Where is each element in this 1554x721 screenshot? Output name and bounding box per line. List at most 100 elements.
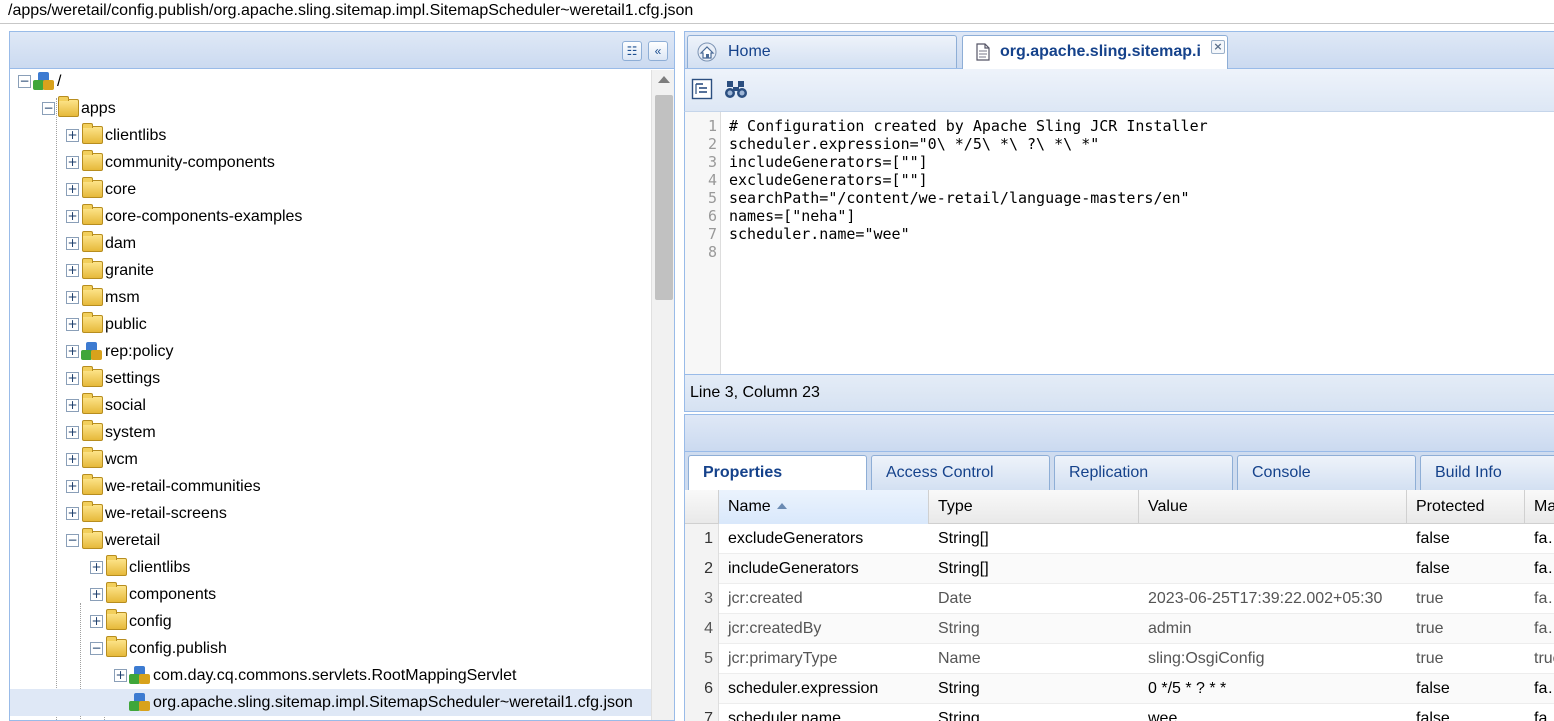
cell-protected[interactable]: true [1407,614,1525,644]
column-header-name[interactable]: Name [719,490,929,524]
cell-value[interactable] [1139,554,1407,584]
expand-icon[interactable]: + [66,183,79,196]
tree-node-rootmappingservlet[interactable]: + com.day.cq.commons.servlets.RootMapping… [10,662,651,689]
tree-node-public[interactable]: + public [10,311,651,338]
tree-node-rep-policy[interactable]: + rep:policy [10,338,651,365]
column-header-ma[interactable]: Ma [1525,490,1554,524]
tree-node-system[interactable]: + system [10,419,651,446]
cell-ma[interactable]: false [1525,614,1554,644]
cell-type[interactable]: String [929,674,1139,704]
cell-ma[interactable]: false [1525,554,1554,584]
cell-value[interactable]: sling:OsgiConfig [1139,644,1407,674]
expand-icon[interactable]: + [114,669,127,682]
expand-icon[interactable]: + [66,318,79,331]
cell-name[interactable]: excludeGenerators [719,524,929,554]
expand-icon[interactable]: + [90,615,103,628]
collapse-icon[interactable]: − [90,642,103,655]
cell-name[interactable]: jcr:primaryType [719,644,929,674]
tree-node-core-components-examples[interactable]: + core-components-examples [10,203,651,230]
tree-node-msm[interactable]: + msm [10,284,651,311]
cell-ma[interactable]: false [1525,674,1554,704]
cell-ma[interactable]: true [1525,644,1554,674]
cell-value[interactable]: wee [1139,704,1407,721]
cell-name[interactable]: jcr:created [719,584,929,614]
cell-value[interactable]: admin [1139,614,1407,644]
cell-protected[interactable]: false [1407,524,1525,554]
tree-node-social[interactable]: + social [10,392,651,419]
code-line[interactable]: names=["neha"] [729,207,855,225]
cell-type[interactable]: Name [929,644,1139,674]
cell-protected[interactable]: true [1407,584,1525,614]
tab-properties[interactable]: Properties [688,455,867,490]
code-line[interactable]: searchPath="/content/we-retail/language-… [729,189,1190,207]
expand-icon[interactable]: + [66,426,79,439]
tree-node-core[interactable]: + core [10,176,651,203]
cell-value[interactable]: 2023-06-25T17:39:22.002+05:30 [1139,584,1407,614]
tree-node-weretail-config-publish[interactable]: − config.publish [10,635,651,662]
tree-node-apps[interactable]: − apps [10,95,651,122]
cell-name[interactable]: jcr:createdBy [719,614,929,644]
tab-config-file[interactable]: org.apache.sling.sitemap.impl.SitemapSch… [962,35,1228,69]
expand-icon[interactable]: + [66,156,79,169]
cell-type[interactable]: String[] [929,524,1139,554]
expand-icon[interactable]: + [66,480,79,493]
binoculars-icon[interactable]: ☷ [622,41,642,61]
table-row[interactable]: 7scheduler.nameStringweefalsefalse [685,704,1554,721]
cell-name[interactable]: includeGenerators [719,554,929,584]
expand-icon[interactable]: + [90,561,103,574]
cell-type[interactable]: String [929,614,1139,644]
table-row[interactable]: 2includeGeneratorsString[] falsefalse [685,554,1554,584]
column-header-value[interactable]: Value [1139,490,1407,524]
expand-icon[interactable]: + [66,507,79,520]
tree-node-weretail-components[interactable]: + components [10,581,651,608]
tab-console[interactable]: Console [1237,455,1416,490]
code-line[interactable]: # Configuration created by Apache Sling … [729,117,1208,135]
expand-icon[interactable]: + [90,588,103,601]
tree-node-root[interactable]: − / [10,70,651,95]
tree-scrollbar[interactable] [651,70,674,720]
cell-ma[interactable]: false [1525,704,1554,721]
table-row[interactable]: 1excludeGeneratorsString[] falsefalse [685,524,1554,554]
cell-value[interactable]: 0 */5 * ? * * [1139,674,1407,704]
expand-icon[interactable]: + [66,129,79,142]
cell-protected[interactable]: false [1407,704,1525,721]
cell-type[interactable]: Date [929,584,1139,614]
code-line[interactable]: scheduler.name="wee" [729,225,910,243]
expand-icon[interactable]: + [66,345,79,358]
tab-access-control[interactable]: Access Control [871,455,1050,490]
cell-value[interactable] [1139,524,1407,554]
cell-name[interactable]: scheduler.expression [719,674,929,704]
expand-icon[interactable]: + [66,210,79,223]
code-editor[interactable]: 12345678 # Configuration created by Apac… [684,112,1554,374]
expand-icon[interactable]: + [66,399,79,412]
tree-node-clientlibs[interactable]: + clientlibs [10,122,651,149]
tree-node-we-retail-communities[interactable]: + we-retail-communities [10,473,651,500]
column-header-type[interactable]: Type [929,490,1139,524]
expand-icon[interactable]: + [66,264,79,277]
cell-protected[interactable]: false [1407,674,1525,704]
collapse-icon[interactable]: − [18,75,31,88]
cell-ma[interactable]: false [1525,524,1554,554]
cell-protected[interactable]: false [1407,554,1525,584]
collapse-panel-icon[interactable]: « [648,41,668,61]
tree-node-dam[interactable]: + dam [10,230,651,257]
scroll-up-arrow-icon[interactable] [658,76,670,83]
tree-node-weretail[interactable]: − weretail [10,527,651,554]
code-line[interactable]: includeGenerators=[""] [729,153,928,171]
table-row[interactable]: 6 scheduler.expression String 0 */5 * ? * *… [685,674,1554,704]
cell-ma[interactable]: false [1525,584,1554,614]
column-header-protected[interactable]: Protected [1407,490,1525,524]
expand-icon[interactable]: + [66,372,79,385]
scroll-thumb[interactable] [655,95,673,300]
cell-type[interactable]: String[] [929,554,1139,584]
table-row[interactable]: 4jcr:createdByStringadmintruefalse [685,614,1554,644]
find-icon[interactable] [724,78,748,102]
collapse-icon[interactable]: − [42,102,55,115]
tree-node-we-retail-screens[interactable]: + we-retail-screens [10,500,651,527]
tree-node-weretail-clientlibs[interactable]: + clientlibs [10,554,651,581]
tree-node-selected-config[interactable]: org.apache.sling.sitemap.impl.SitemapSch… [10,689,651,716]
table-row[interactable]: 5 jcr:primaryType Name sling:OsgiConfig true… [685,644,1554,674]
format-icon[interactable] [690,78,714,102]
collapse-icon[interactable]: − [66,534,79,547]
close-tab-icon[interactable]: × [1211,40,1225,54]
